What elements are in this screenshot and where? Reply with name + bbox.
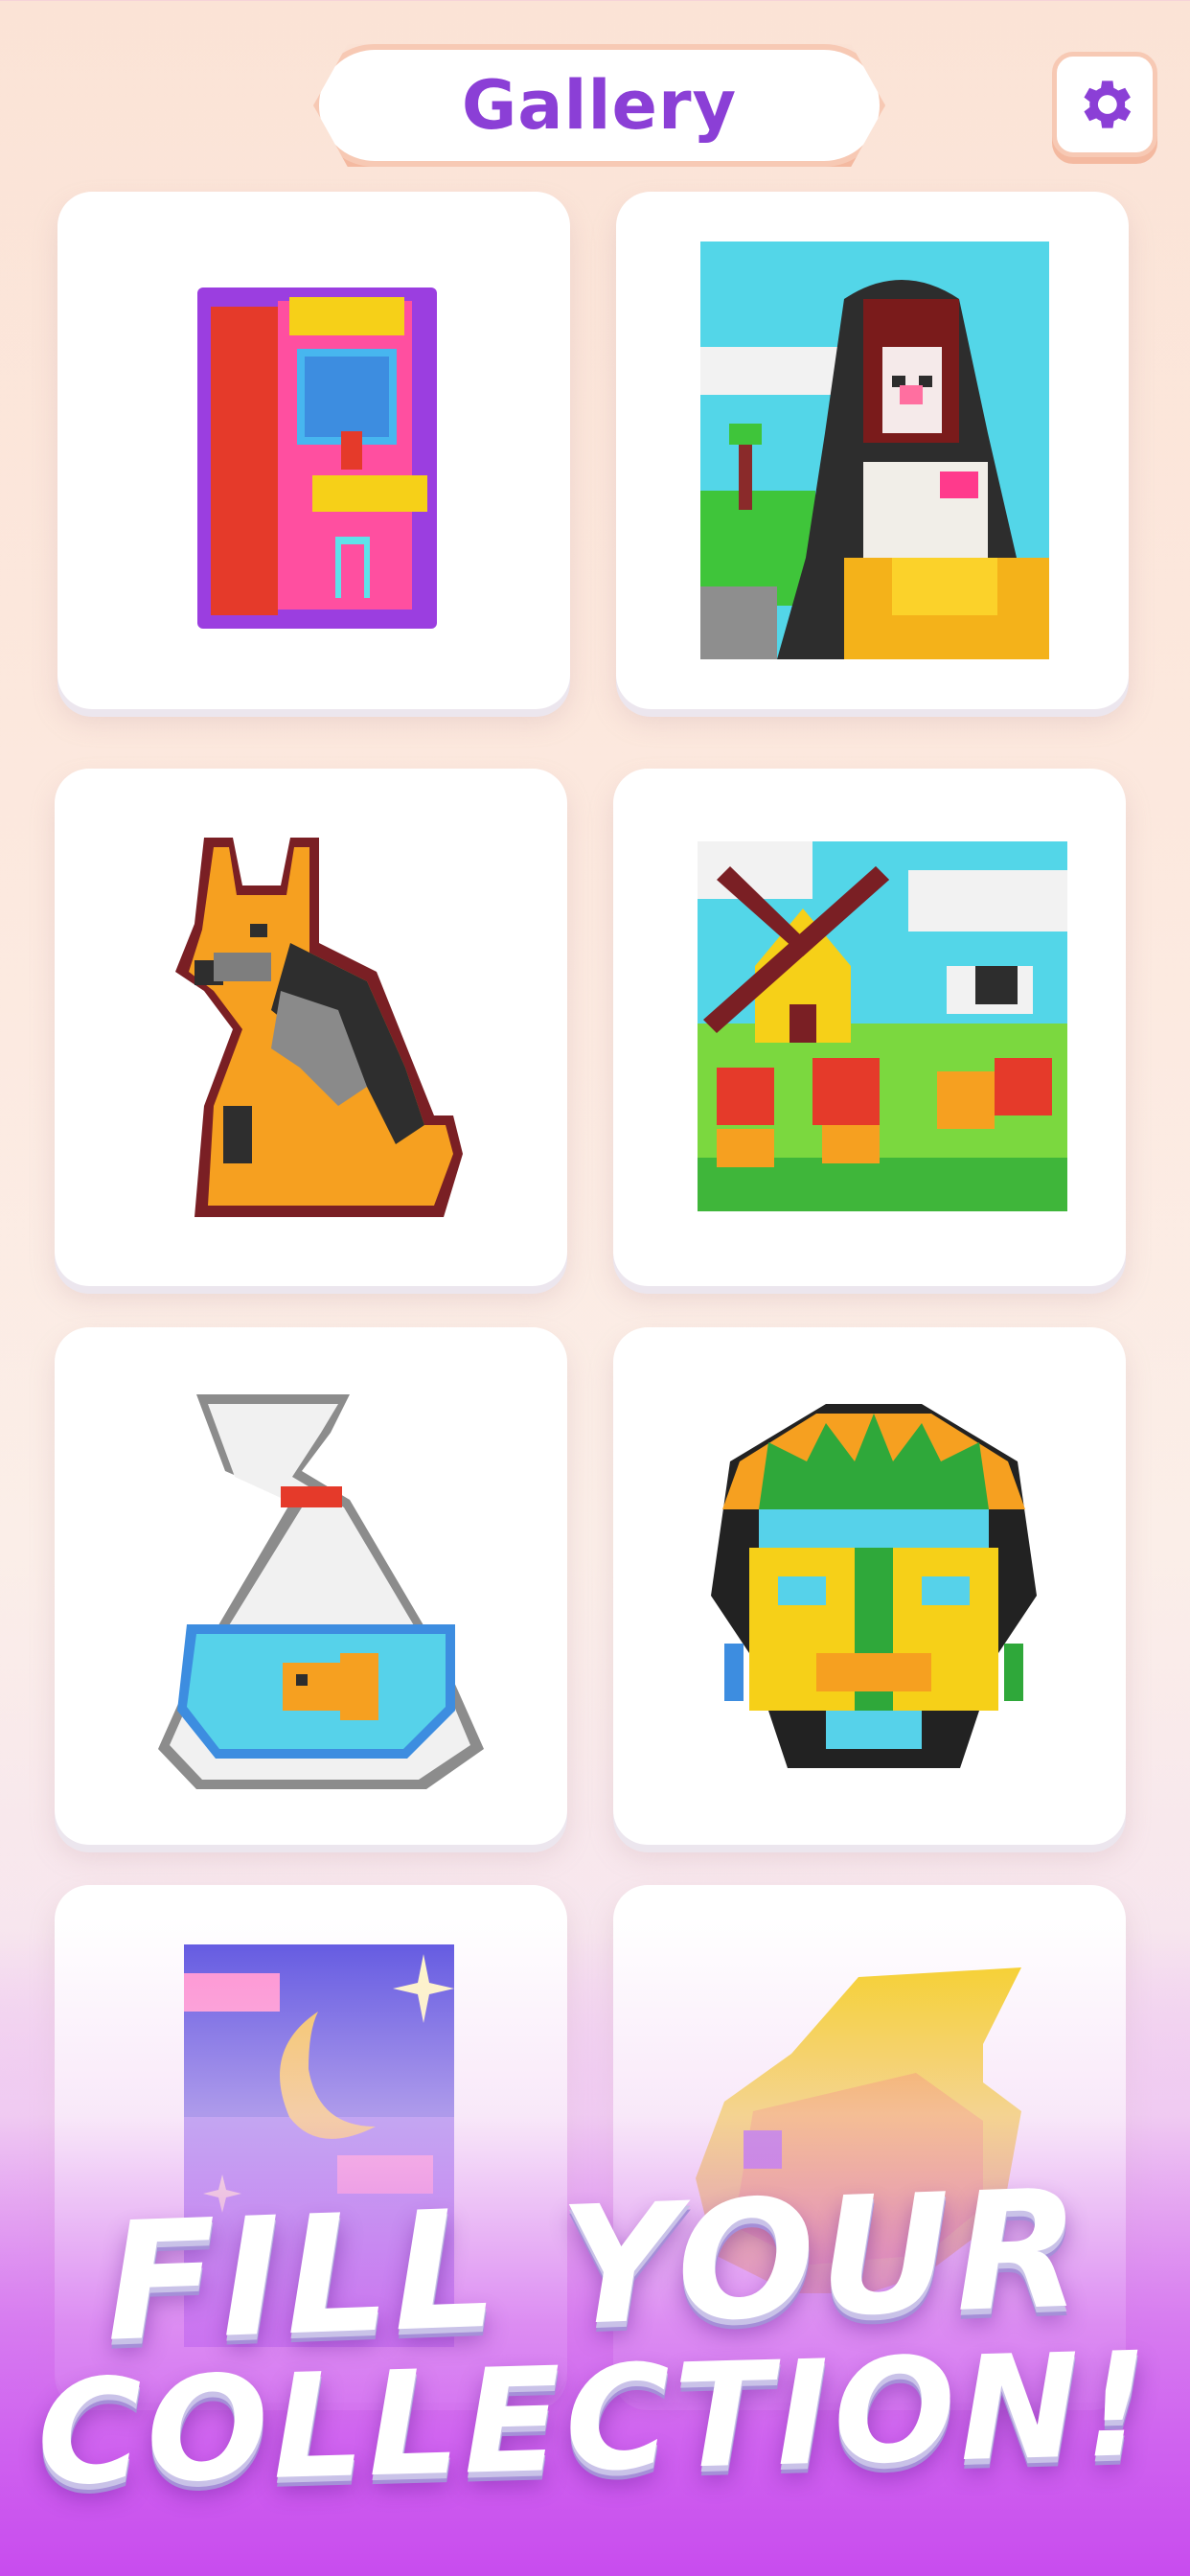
gallery-card-1[interactable]: [57, 192, 570, 709]
gallery-card-5[interactable]: [55, 1327, 567, 1845]
gallery-card-6[interactable]: [613, 1327, 1126, 1845]
settings-button[interactable]: [1052, 52, 1157, 157]
gear-icon: [1084, 80, 1132, 128]
promo-line-2: COLLECTION!: [34, 2321, 1156, 2518]
tribal-mask-artwork: [711, 1404, 1037, 1768]
windmill-tulips-artwork: [698, 841, 1067, 1211]
gallery-title-pill: Gallery: [313, 44, 885, 167]
gallery-card-2[interactable]: [616, 192, 1129, 709]
goldfish-bag-artwork: [158, 1394, 484, 1789]
mona-lisa-artwork: [700, 242, 1049, 659]
page-title: Gallery: [461, 66, 738, 145]
german-shepherd-artwork: [175, 838, 463, 1217]
gallery-card-4[interactable]: [613, 769, 1126, 1286]
gallery-card-3[interactable]: [55, 769, 567, 1286]
arcade-machine-artwork: [197, 288, 437, 629]
